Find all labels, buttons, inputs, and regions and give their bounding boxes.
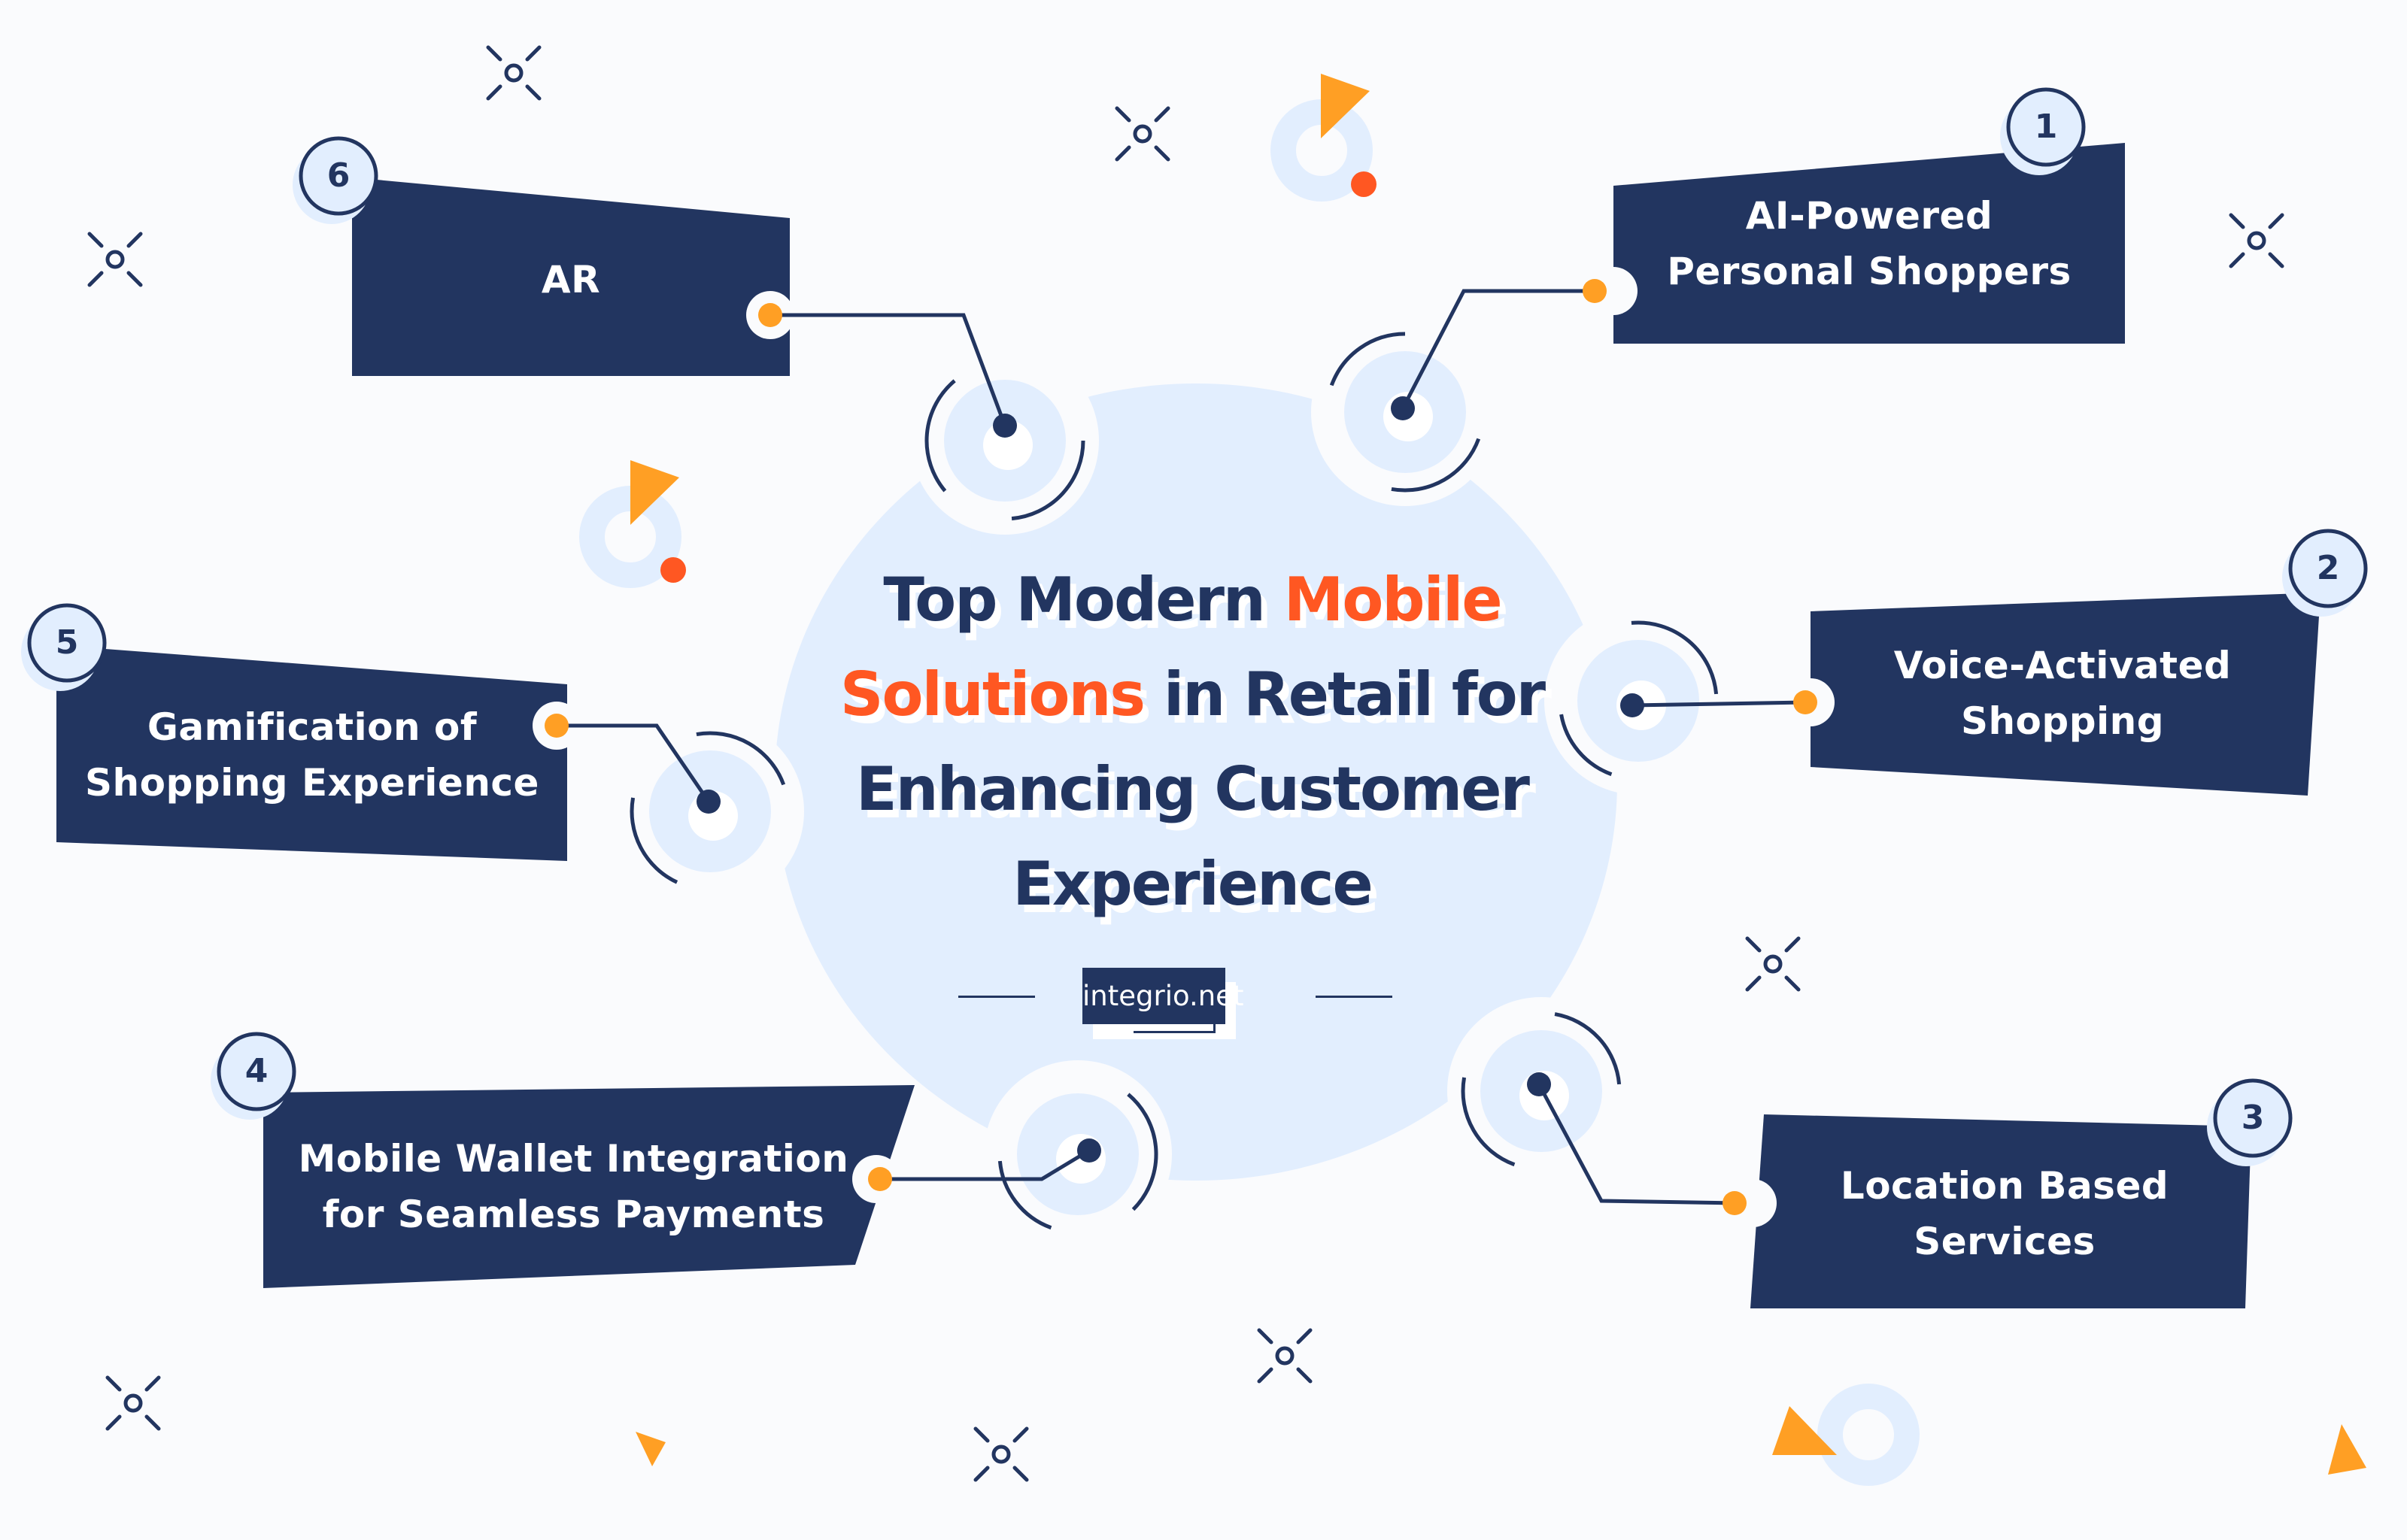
sparkle-icon xyxy=(1257,1328,1313,1384)
title-accent: Mobile xyxy=(1283,565,1503,635)
title-line-1: Top Modern Mobile xyxy=(782,553,1602,647)
card-5-label: Gamification of Shopping Experience xyxy=(56,699,568,811)
title-text: Top Modern xyxy=(883,565,1284,635)
sparkle-icon xyxy=(2229,213,2284,268)
title-line-2: Solutions in Retail for xyxy=(782,647,1602,742)
card-label-line: Voice-Activated xyxy=(1893,644,2232,687)
target-dot xyxy=(1391,396,1415,420)
title-line-3: Enhancing Customer xyxy=(856,754,1530,824)
ring-decoration xyxy=(1817,1384,1920,1486)
card-label-line: AI-Powered xyxy=(1745,194,1993,238)
ring-decoration-bottom xyxy=(1772,1384,1920,1486)
card-label-line: Shopping Experience xyxy=(85,761,539,805)
badge-number-1: 1 xyxy=(2034,108,2058,146)
flag-decoration-top xyxy=(1270,74,1377,202)
card-3-label: Location Based Services xyxy=(1756,1158,2253,1269)
card-6-label: AR xyxy=(352,252,790,308)
target-dot xyxy=(697,790,721,814)
connector-target-6 xyxy=(746,291,1085,521)
card-label-line: Gamification of xyxy=(147,705,478,749)
badge-number-6: 6 xyxy=(326,156,351,195)
brand-block: integrio.net xyxy=(958,942,1455,1040)
brand-divider-right xyxy=(1316,996,1392,998)
target-dot xyxy=(1527,1072,1551,1096)
connector-endpoint xyxy=(1583,279,1607,303)
target-dot xyxy=(1077,1138,1101,1163)
card-label-line: AR xyxy=(541,258,601,302)
card-1-label: AI-Powered Personal Shoppers xyxy=(1613,188,2125,299)
triangle-decoration xyxy=(2328,1424,2366,1475)
card-4-label: Mobile Wallet Integration for Seamless P… xyxy=(263,1131,884,1242)
card-label-line: Services xyxy=(1914,1220,2096,1263)
sparkle-icon xyxy=(973,1426,1029,1482)
title-line-4: Experience xyxy=(1012,849,1373,919)
badge-number-4: 4 xyxy=(244,1052,269,1090)
sparkle-icon xyxy=(105,1375,161,1431)
dot-decoration xyxy=(1351,171,1377,197)
connector-endpoint xyxy=(1723,1191,1747,1215)
main-title: Top Modern Mobile Solutions in Retail fo… xyxy=(782,553,1602,932)
sparkle-icon xyxy=(1115,106,1170,162)
card-label-line: Mobile Wallet Integration xyxy=(298,1137,849,1181)
title-text: in Retail for xyxy=(1144,659,1546,729)
card-label-line: Shopping xyxy=(1960,699,2165,743)
card-label-line: Personal Shoppers xyxy=(1667,250,2072,293)
card-label-line: Location Based xyxy=(1840,1164,2169,1208)
target-dot xyxy=(993,414,1017,438)
sparkle-icon xyxy=(486,45,542,101)
target-dot xyxy=(1620,693,1644,717)
brand-divider-left xyxy=(958,996,1035,998)
title-accent: Solutions xyxy=(839,659,1146,729)
dot-decoration xyxy=(660,557,686,583)
triangle-decoration xyxy=(636,1432,666,1466)
sparkle-icon xyxy=(87,232,143,287)
badge-number-2: 2 xyxy=(2316,549,2340,587)
sparkle-icon xyxy=(1745,936,1801,992)
card-2-label: Voice-Activated Shopping xyxy=(1811,638,2314,749)
badge-number-5: 5 xyxy=(55,623,79,662)
brand-link[interactable]: integrio.net xyxy=(1082,968,1243,1024)
flag-decoration-left xyxy=(579,460,686,588)
card-label-line: for Seamless Payments xyxy=(322,1193,825,1236)
badge-number-3: 3 xyxy=(2241,1099,2265,1137)
